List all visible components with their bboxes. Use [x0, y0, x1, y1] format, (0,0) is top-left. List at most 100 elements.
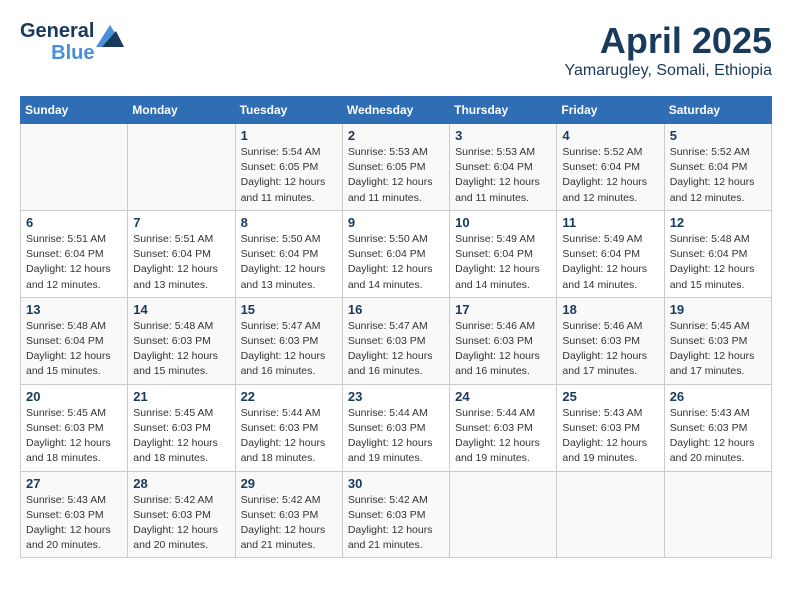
day-info: Sunrise: 5:47 AM Sunset: 6:03 PM Dayligh… [348, 319, 444, 380]
header-day-tuesday: Tuesday [235, 97, 342, 124]
calendar-cell: 21 Sunrise: 5:45 AM Sunset: 6:03 PM Dayli… [128, 384, 235, 471]
calendar-cell: 27 Sunrise: 5:43 AM Sunset: 6:03 PM Dayli… [21, 471, 128, 558]
page-header: General Blue April 2025 Yamarugley, Soma… [20, 20, 772, 80]
day-info: Sunrise: 5:49 AM Sunset: 6:04 PM Dayligh… [562, 232, 658, 293]
calendar-cell: 29 Sunrise: 5:42 AM Sunset: 6:03 PM Dayli… [235, 471, 342, 558]
day-info: Sunrise: 5:51 AM Sunset: 6:04 PM Dayligh… [133, 232, 229, 293]
calendar-header: SundayMondayTuesdayWednesdayThursdayFrid… [21, 97, 772, 124]
day-number: 20 [26, 389, 122, 404]
day-number: 8 [241, 215, 337, 230]
title-block: April 2025 Yamarugley, Somali, Ethiopia [564, 20, 772, 80]
calendar-cell: 10Sunrise: 5:49 AM Sunset: 6:04 PM Dayli… [450, 210, 557, 297]
day-number: 7 [133, 215, 229, 230]
day-info: Sunrise: 5:47 AM Sunset: 6:03 PM Dayligh… [241, 319, 337, 380]
day-info: Sunrise: 5:52 AM Sunset: 6:04 PM Dayligh… [670, 145, 766, 206]
calendar-week-1: 1 Sunrise: 5:54 AM Sunset: 6:05 PM Daylig… [21, 124, 772, 211]
calendar-cell: 15 Sunrise: 5:47 AM Sunset: 6:03 PM Dayli… [235, 297, 342, 384]
calendar-cell: 14 Sunrise: 5:48 AM Sunset: 6:03 PM Dayli… [128, 297, 235, 384]
day-number: 4 [562, 128, 658, 143]
day-info: Sunrise: 5:43 AM Sunset: 6:03 PM Dayligh… [670, 406, 766, 467]
logo-icon [96, 25, 124, 52]
day-info: Sunrise: 5:52 AM Sunset: 6:04 PM Dayligh… [562, 145, 658, 206]
day-info: Sunrise: 5:44 AM Sunset: 6:03 PM Dayligh… [241, 406, 337, 467]
calendar-cell: 4 Sunrise: 5:52 AM Sunset: 6:04 PM Daylig… [557, 124, 664, 211]
header-day-monday: Monday [128, 97, 235, 124]
day-number: 30 [348, 476, 444, 491]
calendar-cell: 13 Sunrise: 5:48 AM Sunset: 6:04 PM Dayli… [21, 297, 128, 384]
day-info: Sunrise: 5:45 AM Sunset: 6:03 PM Dayligh… [133, 406, 229, 467]
day-number: 16 [348, 302, 444, 317]
calendar-cell: 26 Sunrise: 5:43 AM Sunset: 6:03 PM Dayli… [664, 384, 771, 471]
day-number: 6 [26, 215, 122, 230]
day-number: 27 [26, 476, 122, 491]
calendar-cell [664, 471, 771, 558]
header-day-thursday: Thursday [450, 97, 557, 124]
calendar-cell: 5 Sunrise: 5:52 AM Sunset: 6:04 PM Daylig… [664, 124, 771, 211]
day-number: 13 [26, 302, 122, 317]
day-info: Sunrise: 5:44 AM Sunset: 6:03 PM Dayligh… [455, 406, 551, 467]
day-number: 25 [562, 389, 658, 404]
day-number: 1 [241, 128, 337, 143]
day-number: 21 [133, 389, 229, 404]
calendar-cell: 19 Sunrise: 5:45 AM Sunset: 6:03 PM Dayli… [664, 297, 771, 384]
calendar-cell: 23Sunrise: 5:44 AM Sunset: 6:03 PM Dayli… [342, 384, 449, 471]
day-info: Sunrise: 5:46 AM Sunset: 6:03 PM Dayligh… [455, 319, 551, 380]
day-number: 9 [348, 215, 444, 230]
calendar-cell: 9Sunrise: 5:50 AM Sunset: 6:04 PM Daylig… [342, 210, 449, 297]
location-title: Yamarugley, Somali, Ethiopia [564, 62, 772, 80]
calendar-cell: 30 Sunrise: 5:42 AM Sunset: 6:03 PM Dayli… [342, 471, 449, 558]
day-number: 22 [241, 389, 337, 404]
day-number: 5 [670, 128, 766, 143]
calendar-cell: 16 Sunrise: 5:47 AM Sunset: 6:03 PM Dayli… [342, 297, 449, 384]
day-number: 11 [562, 215, 658, 230]
day-info: Sunrise: 5:42 AM Sunset: 6:03 PM Dayligh… [348, 493, 444, 554]
day-info: Sunrise: 5:54 AM Sunset: 6:05 PM Dayligh… [241, 145, 337, 206]
day-info: Sunrise: 5:48 AM Sunset: 6:04 PM Dayligh… [26, 319, 122, 380]
calendar-cell: 6 Sunrise: 5:51 AM Sunset: 6:04 PM Daylig… [21, 210, 128, 297]
calendar-cell: 17 Sunrise: 5:46 AM Sunset: 6:03 PM Dayli… [450, 297, 557, 384]
day-number: 14 [133, 302, 229, 317]
calendar-cell [450, 471, 557, 558]
day-info: Sunrise: 5:48 AM Sunset: 6:03 PM Dayligh… [133, 319, 229, 380]
calendar-cell [128, 124, 235, 211]
header-day-friday: Friday [557, 97, 664, 124]
header-day-sunday: Sunday [21, 97, 128, 124]
day-number: 29 [241, 476, 337, 491]
calendar-cell: 28Sunrise: 5:42 AM Sunset: 6:03 PM Dayli… [128, 471, 235, 558]
calendar-cell: 8Sunrise: 5:50 AM Sunset: 6:04 PM Daylig… [235, 210, 342, 297]
calendar-cell: 20 Sunrise: 5:45 AM Sunset: 6:03 PM Dayli… [21, 384, 128, 471]
day-number: 18 [562, 302, 658, 317]
day-number: 26 [670, 389, 766, 404]
logo-general: General [20, 20, 94, 42]
calendar-week-2: 6 Sunrise: 5:51 AM Sunset: 6:04 PM Daylig… [21, 210, 772, 297]
day-number: 19 [670, 302, 766, 317]
calendar-cell: 22 Sunrise: 5:44 AM Sunset: 6:03 PM Dayli… [235, 384, 342, 471]
day-info: Sunrise: 5:45 AM Sunset: 6:03 PM Dayligh… [26, 406, 122, 467]
day-number: 15 [241, 302, 337, 317]
day-number: 17 [455, 302, 551, 317]
day-number: 2 [348, 128, 444, 143]
day-info: Sunrise: 5:43 AM Sunset: 6:03 PM Dayligh… [26, 493, 122, 554]
header-day-saturday: Saturday [664, 97, 771, 124]
day-info: Sunrise: 5:44 AM Sunset: 6:03 PM Dayligh… [348, 406, 444, 467]
day-number: 3 [455, 128, 551, 143]
calendar-table: SundayMondayTuesdayWednesdayThursdayFrid… [20, 96, 772, 558]
day-info: Sunrise: 5:53 AM Sunset: 6:04 PM Dayligh… [455, 145, 551, 206]
day-info: Sunrise: 5:48 AM Sunset: 6:04 PM Dayligh… [670, 232, 766, 293]
calendar-cell: 3 Sunrise: 5:53 AM Sunset: 6:04 PM Daylig… [450, 124, 557, 211]
calendar-week-4: 20 Sunrise: 5:45 AM Sunset: 6:03 PM Dayli… [21, 384, 772, 471]
calendar-week-5: 27 Sunrise: 5:43 AM Sunset: 6:03 PM Dayli… [21, 471, 772, 558]
calendar-cell: 2 Sunrise: 5:53 AM Sunset: 6:05 PM Daylig… [342, 124, 449, 211]
day-info: Sunrise: 5:51 AM Sunset: 6:04 PM Dayligh… [26, 232, 122, 293]
day-info: Sunrise: 5:45 AM Sunset: 6:03 PM Dayligh… [670, 319, 766, 380]
calendar-cell: 24 Sunrise: 5:44 AM Sunset: 6:03 PM Dayli… [450, 384, 557, 471]
calendar-week-3: 13 Sunrise: 5:48 AM Sunset: 6:04 PM Dayli… [21, 297, 772, 384]
day-info: Sunrise: 5:53 AM Sunset: 6:05 PM Dayligh… [348, 145, 444, 206]
day-info: Sunrise: 5:42 AM Sunset: 6:03 PM Dayligh… [241, 493, 337, 554]
calendar-cell: 25Sunrise: 5:43 AM Sunset: 6:03 PM Dayli… [557, 384, 664, 471]
logo: General Blue [20, 20, 124, 64]
calendar-cell: 1 Sunrise: 5:54 AM Sunset: 6:05 PM Daylig… [235, 124, 342, 211]
day-number: 24 [455, 389, 551, 404]
day-info: Sunrise: 5:42 AM Sunset: 6:03 PM Dayligh… [133, 493, 229, 554]
day-number: 10 [455, 215, 551, 230]
